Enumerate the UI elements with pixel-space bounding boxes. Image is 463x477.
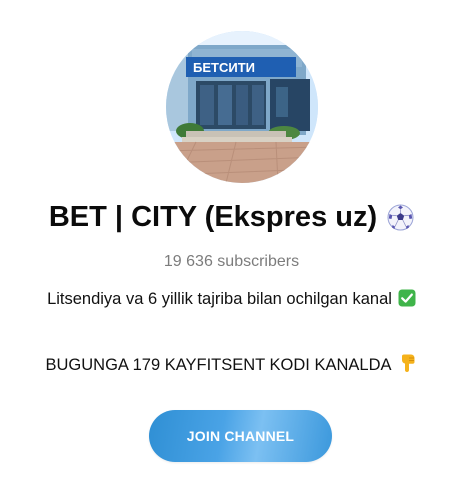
channel-preview-card: БЕТСИТИ BET | CITY (Ekspres uz) 19 636 s… <box>0 0 463 477</box>
description-text-2: BUGUNGA 179 KAYFITSENT KODI KANALDA <box>45 356 392 374</box>
channel-description-line-2: BUGUNGA 179 KAYFITSENT KODI KANALDA <box>0 353 463 378</box>
channel-description-line-1: Litsendiya va 6 yillik tajriba bilan och… <box>0 289 463 312</box>
channel-title: BET | CITY (Ekspres uz) <box>48 201 378 233</box>
soccer-ball-icon <box>387 204 414 231</box>
subscriber-count: 19 636 subscribers <box>163 253 300 270</box>
description-text-1: Litsendiya va 6 yillik tajriba bilan och… <box>47 290 392 308</box>
storefront-photo: БЕТСИТИ <box>166 31 318 183</box>
avatar-sign-text: БЕТСИТИ <box>193 60 255 75</box>
channel-avatar: БЕТСИТИ <box>166 31 318 183</box>
channel-title-row: BET | CITY (Ekspres uz) <box>0 201 463 234</box>
join-channel-button[interactable]: JOIN CHANNEL <box>149 410 332 462</box>
check-mark-button-icon <box>398 289 416 312</box>
pointing-down-hand-icon <box>398 353 418 378</box>
